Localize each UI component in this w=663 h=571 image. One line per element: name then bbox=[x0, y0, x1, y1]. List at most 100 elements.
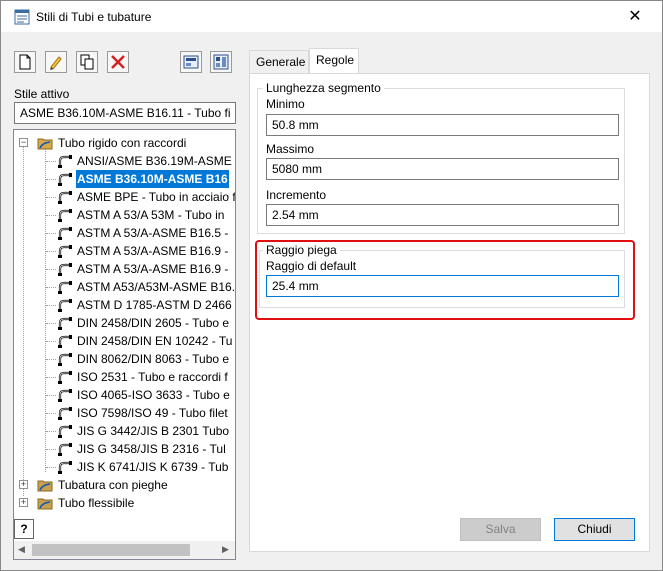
help-button[interactable]: ? bbox=[14, 519, 34, 539]
pipe-style-icon bbox=[57, 333, 73, 349]
pipe-style-icon bbox=[57, 351, 73, 367]
import-style-button[interactable] bbox=[180, 51, 202, 73]
pipe-style-icon bbox=[57, 387, 73, 403]
pipe-style-icon bbox=[57, 171, 73, 187]
tree-node-label: Tubo flessibile bbox=[58, 496, 135, 510]
tree-item-label: JIS G 3442/JIS B 2301 Tubo bbox=[77, 424, 230, 438]
tree-item[interactable]: ASTM A 53/A 53M - Tubo in bbox=[14, 206, 235, 224]
tab-generale[interactable]: Generale bbox=[249, 50, 309, 74]
tree-item[interactable]: ASME BPE - Tubo in acciaio f bbox=[14, 188, 236, 206]
tree-item-label: DIN 2458/DIN 2605 - Tubo e bbox=[77, 316, 230, 330]
pipe-style-icon bbox=[57, 261, 73, 277]
pipe-style-icon bbox=[57, 207, 73, 223]
tree-item-label: ANSI/ASME B36.19M-ASME B bbox=[77, 154, 236, 168]
tree-guide-line bbox=[46, 323, 56, 324]
tab-regole[interactable]: Regole bbox=[309, 48, 359, 74]
pipe-style-icon bbox=[57, 405, 73, 421]
save-button[interactable]: Salva bbox=[460, 518, 541, 541]
pipe-style-icon bbox=[57, 315, 73, 331]
max-field[interactable]: 5080 mm bbox=[266, 158, 619, 180]
expand-icon[interactable]: + bbox=[19, 480, 28, 489]
edit-style-button[interactable] bbox=[45, 51, 67, 73]
active-style-field[interactable]: ASME B36.10M-ASME B16.11 - Tubo fi bbox=[14, 102, 236, 124]
tree-item[interactable]: JIS G 3442/JIS B 2301 Tubo bbox=[14, 422, 235, 440]
tree-item-label: DIN 2458/DIN EN 10242 - Tu bbox=[77, 334, 233, 348]
tree-item-label: ASTM A 53/A-ASME B16.9 - bbox=[77, 244, 229, 258]
tree-item[interactable]: DIN 2458/DIN EN 10242 - Tu bbox=[14, 332, 235, 350]
tree-guide-line bbox=[46, 197, 56, 198]
tree-item-label: ASTM A 53/A-ASME B16.5 - bbox=[77, 226, 229, 240]
tree-guide-line bbox=[46, 431, 56, 432]
tree-guide-line bbox=[46, 269, 56, 270]
tree-item-label: ISO 7598/ISO 49 - Tubo filet bbox=[77, 406, 228, 420]
tree-item[interactable]: ISO 7598/ISO 49 - Tubo filet bbox=[14, 404, 235, 422]
tree-item[interactable]: JIS K 6741/JIS K 6739 - Tub bbox=[14, 458, 235, 476]
tree-guide-line bbox=[46, 233, 56, 234]
tree-item[interactable]: DIN 8062/DIN 8063 - Tubo e bbox=[14, 350, 235, 368]
delete-style-button[interactable] bbox=[107, 51, 129, 73]
folder-icon bbox=[37, 477, 53, 493]
tree-guide-line bbox=[46, 305, 56, 306]
tree-item[interactable]: ASTM A 53/A-ASME B16.5 - bbox=[14, 224, 235, 242]
tree-item-label: ISO 4065-ISO 3633 - Tubo e bbox=[77, 388, 230, 402]
tree-item[interactable]: ASTM A 53/A-ASME B16.9 - bbox=[14, 260, 235, 278]
tree-item-label: ASTM A53/A53M-ASME B16. bbox=[77, 280, 236, 294]
tree-guide-line bbox=[46, 413, 56, 414]
export-style-icon bbox=[213, 54, 229, 70]
tree-item-label: DIN 8062/DIN 8063 - Tubo e bbox=[77, 352, 230, 366]
dialog-window: Stili di Tubi e tubature ✕ Stile attivo … bbox=[0, 0, 663, 571]
copy-style-button[interactable] bbox=[76, 51, 98, 73]
tree-item[interactable]: ASTM A53/A53M-ASME B16. bbox=[14, 278, 236, 296]
tree-item[interactable]: ISO 4065-ISO 3633 - Tubo e bbox=[14, 386, 235, 404]
increment-label: Incremento bbox=[266, 188, 327, 202]
pipe-style-icon bbox=[57, 225, 73, 241]
tree-item[interactable]: ASME B36.10M-ASME B16 bbox=[14, 170, 235, 188]
import-style-icon bbox=[183, 55, 199, 69]
close-icon[interactable]: ✕ bbox=[627, 9, 643, 25]
tree-item[interactable]: DIN 2458/DIN 2605 - Tubo e bbox=[14, 314, 235, 332]
increment-field[interactable]: 2.54 mm bbox=[266, 204, 619, 226]
expand-icon[interactable]: + bbox=[19, 498, 28, 507]
tree-guide-line bbox=[46, 377, 56, 378]
tree-guide-line bbox=[46, 341, 56, 342]
scroll-right-icon[interactable]: ▶ bbox=[222, 544, 229, 555]
tree-guide-line bbox=[46, 215, 56, 216]
delete-style-icon bbox=[111, 55, 125, 69]
new-style-button[interactable] bbox=[14, 51, 36, 73]
tree-item-label: JIS K 6741/JIS K 6739 - Tub bbox=[77, 460, 229, 474]
folder-icon bbox=[37, 135, 53, 151]
horizontal-scrollbar[interactable]: ◀ ▶ bbox=[14, 541, 235, 559]
tree-node-pipe-fittings[interactable]: − Tubo rigido con raccordi bbox=[14, 134, 235, 152]
tree-item[interactable]: ASTM A 53/A-ASME B16.9 - bbox=[14, 242, 235, 260]
style-tree[interactable]: − Tubo rigido con raccordi ANSI/ASME B36.1… bbox=[13, 129, 236, 560]
export-style-button[interactable] bbox=[210, 51, 232, 73]
title-bar: Stili di Tubi e tubature ✕ bbox=[1, 1, 662, 32]
tree-node-bent-tubing[interactable]: + Tubatura con pieghe bbox=[14, 476, 235, 494]
max-label: Massimo bbox=[266, 142, 315, 156]
scrollbar-thumb[interactable] bbox=[32, 544, 190, 556]
tree-item[interactable]: ISO 2531 - Tubo e raccordi f bbox=[14, 368, 235, 386]
edit-style-icon bbox=[50, 56, 62, 70]
folder-icon bbox=[37, 495, 53, 511]
tree-item-label: ISO 2531 - Tubo e raccordi f bbox=[77, 370, 228, 384]
pipe-style-icon bbox=[57, 441, 73, 457]
annotation-highlight-box bbox=[255, 240, 635, 320]
scroll-left-icon[interactable]: ◀ bbox=[18, 544, 25, 555]
collapse-icon[interactable]: − bbox=[19, 138, 28, 147]
tree-guide-line bbox=[46, 467, 56, 468]
tree-guide-line bbox=[46, 395, 56, 396]
pipe-style-icon bbox=[57, 189, 73, 205]
tree-guide-line bbox=[46, 359, 56, 360]
tree-item[interactable]: ANSI/ASME B36.19M-ASME B bbox=[14, 152, 236, 170]
segment-length-title: Lunghezza segmento bbox=[263, 81, 384, 95]
close-button[interactable]: Chiudi bbox=[554, 518, 635, 541]
tree-item[interactable]: JIS G 3458/JIS B 2316 - Tul bbox=[14, 440, 235, 458]
min-label: Minimo bbox=[266, 97, 305, 111]
tree-item-label: ASTM A 53/A-ASME B16.9 - bbox=[77, 262, 229, 276]
tree-node-flexible-hose[interactable]: + Tubo flessibile bbox=[14, 494, 235, 512]
active-style-label: Stile attivo bbox=[14, 87, 70, 101]
tree-item-label: ASME BPE - Tubo in acciaio f bbox=[77, 190, 236, 204]
tree-item[interactable]: ASTM D 1785-ASTM D 2466 bbox=[14, 296, 235, 314]
min-field[interactable]: 50.8 mm bbox=[266, 114, 619, 136]
tree-guide-line bbox=[46, 161, 56, 162]
